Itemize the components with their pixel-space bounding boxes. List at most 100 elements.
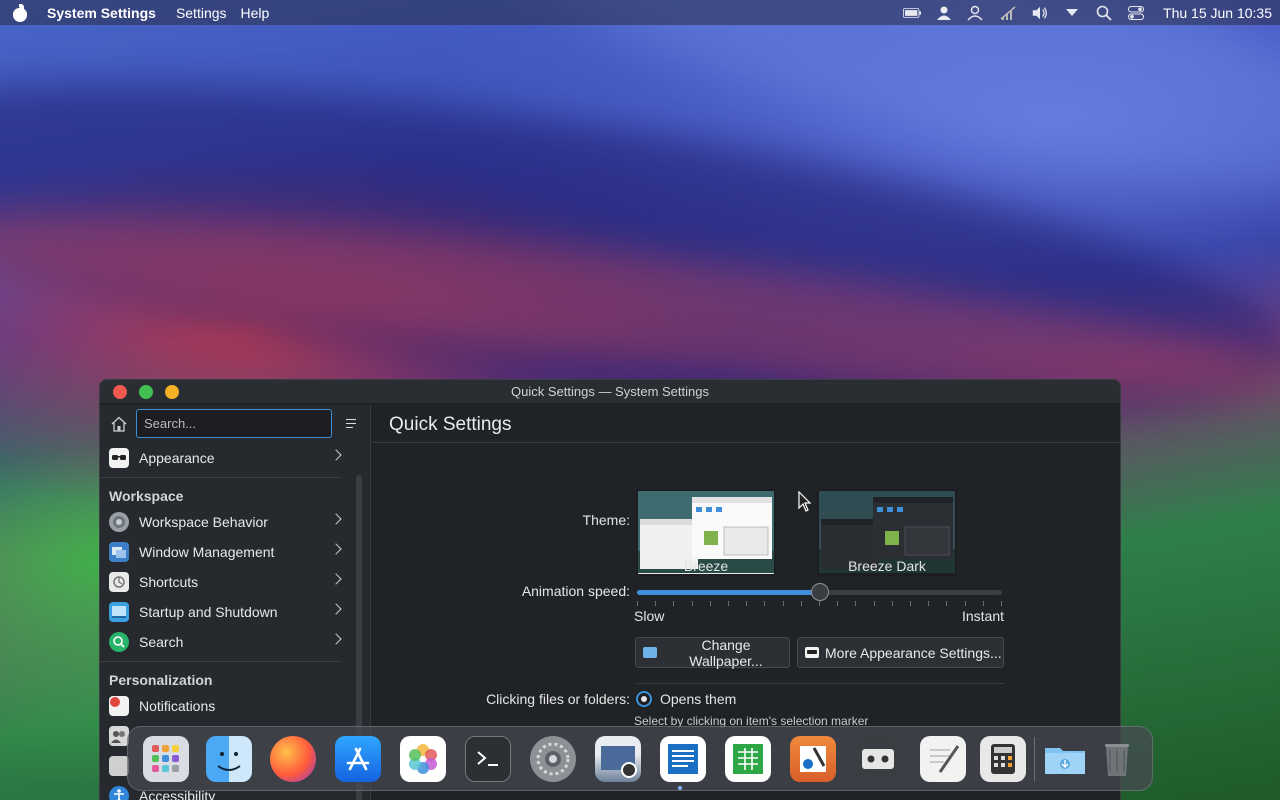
- sidebar-item-workspace-behavior[interactable]: Workspace Behavior: [100, 507, 348, 537]
- theme-name-breeze-dark[interactable]: Breeze Dark: [807, 558, 967, 574]
- clock[interactable]: Thu 15 Jun 10:35: [1163, 5, 1272, 21]
- slider-tick: [855, 601, 857, 606]
- button-label: More Appearance Settings...: [825, 644, 1002, 661]
- dock: [127, 726, 1153, 791]
- control-center-icon[interactable]: [1127, 4, 1145, 22]
- more-appearance-settings-button[interactable]: More Appearance Settings...: [797, 637, 1004, 668]
- slider-min-label: Slow: [634, 608, 665, 624]
- trash-icon[interactable]: [1094, 736, 1140, 782]
- hamburger-menu-icon[interactable]: [346, 418, 358, 429]
- slider-tick: [928, 601, 930, 606]
- animation-speed-label: Animation speed:: [521, 583, 630, 599]
- slider-tick: [982, 601, 984, 606]
- slider-tick: [728, 601, 729, 606]
- chevron-right-icon: [330, 449, 342, 461]
- system-settings-icon[interactable]: [530, 736, 576, 782]
- slider-max-label: Instant: [961, 608, 1004, 624]
- launchpad-icon[interactable]: [143, 736, 189, 782]
- slider-handle[interactable]: [810, 583, 829, 601]
- slider-tick: [873, 601, 875, 606]
- regional-icon: [109, 756, 129, 776]
- theme-name-breeze[interactable]: Breeze: [626, 558, 786, 574]
- search-icon[interactable]: [1095, 4, 1113, 22]
- app-store-icon[interactable]: [335, 736, 381, 782]
- slider-tick: [782, 601, 784, 606]
- sidebar-item-label: Shortcuts: [139, 574, 199, 590]
- menu-help[interactable]: Help: [241, 5, 270, 21]
- search-input[interactable]: [136, 409, 332, 438]
- cassette-icon[interactable]: [855, 736, 901, 782]
- slider-tick: [691, 601, 693, 606]
- volume-icon[interactable]: [1031, 4, 1049, 22]
- slider-tick: [746, 601, 748, 606]
- writer-icon[interactable]: [660, 736, 706, 782]
- button-label: Change Wallpaper...: [689, 636, 763, 669]
- slider-tick: [709, 601, 711, 606]
- slider-tick: [764, 601, 766, 606]
- notifications-icon: [109, 696, 129, 716]
- opens-them-radio[interactable]: [636, 691, 652, 707]
- change-wallpaper-button[interactable]: Change Wallpaper...: [635, 636, 790, 669]
- sidebar-item-search[interactable]: Search: [100, 627, 348, 657]
- title-bar[interactable]: Quick Settings — System Settings: [100, 380, 1120, 404]
- network-muted-icon[interactable]: [999, 4, 1017, 22]
- sidebar-category-personalization: Personalization: [100, 661, 342, 691]
- battery-icon[interactable]: [903, 4, 922, 22]
- workspace-behavior-icon: [109, 512, 129, 532]
- home-icon[interactable]: [111, 416, 127, 432]
- photos-icon[interactable]: [400, 736, 446, 782]
- sidebar-category-workspace: Workspace: [100, 477, 342, 507]
- sidebar-item-notifications[interactable]: Notifications: [100, 691, 348, 721]
- menu-app-name[interactable]: System Settings: [47, 5, 156, 21]
- page-title: Quick Settings: [372, 405, 1120, 443]
- chevron-right-icon: [330, 543, 342, 555]
- sidebar-item-label: Search: [139, 634, 184, 650]
- slider-tick: [655, 601, 657, 606]
- opens-them-label[interactable]: Opens them: [660, 691, 736, 707]
- appearance-icon: [805, 647, 819, 658]
- wallpaper-icon: [643, 647, 657, 658]
- slider-tick: [819, 601, 820, 606]
- users-icon: [109, 726, 129, 746]
- slider-tick: [837, 601, 839, 606]
- menu-settings[interactable]: Settings: [176, 5, 227, 21]
- slider-tick: [637, 601, 638, 606]
- menu-bar: System Settings Settings Help Thu 15 Jun…: [0, 0, 1280, 25]
- sidebar-item-shortcuts[interactable]: Shortcuts: [100, 567, 348, 597]
- search-icon: [109, 632, 129, 652]
- chevron-right-icon: [330, 603, 342, 615]
- window-management-icon: [109, 542, 129, 562]
- shortcuts-icon: [109, 572, 129, 592]
- calculator-icon[interactable]: [980, 736, 1026, 782]
- dock-separator: [1034, 737, 1035, 781]
- appearance-icon: [109, 448, 129, 468]
- chevron-right-icon: [330, 633, 342, 645]
- firefox-icon[interactable]: [270, 736, 316, 782]
- user-switch-icon[interactable]: [967, 4, 985, 22]
- user-icon[interactable]: [935, 4, 953, 22]
- text-editor-icon[interactable]: [920, 736, 966, 782]
- animation-speed-slider[interactable]: [637, 583, 1002, 606]
- window-title: Quick Settings — System Settings: [511, 384, 709, 399]
- apple-menu-icon[interactable]: [11, 3, 29, 22]
- sidebar-item-label: Notifications: [139, 698, 216, 714]
- chevron-right-icon: [330, 573, 342, 585]
- terminal-icon[interactable]: [465, 736, 511, 782]
- sidebar-item-startup-shutdown[interactable]: Startup and Shutdown: [100, 597, 348, 627]
- sidebar-item-label: Workspace Behavior: [139, 514, 268, 530]
- divider: [637, 683, 1004, 684]
- sidebar-item-window-management[interactable]: Window Management: [100, 537, 348, 567]
- draw-icon[interactable]: [790, 736, 836, 782]
- chevron-right-icon: [330, 513, 342, 525]
- slider-tick: [910, 601, 911, 606]
- slider-tick: [964, 601, 966, 606]
- screenshot-icon[interactable]: [595, 736, 641, 782]
- dropdown-icon[interactable]: [1063, 4, 1081, 22]
- downloads-folder-icon[interactable]: [1042, 736, 1088, 782]
- sidebar-item-appearance[interactable]: Appearance: [100, 443, 348, 473]
- calc-icon[interactable]: [725, 736, 771, 782]
- slider-fill: [637, 590, 820, 595]
- slider-tick: [891, 601, 893, 606]
- clicking-files-label: Clicking files or folders:: [486, 691, 630, 707]
- finder-icon[interactable]: [206, 736, 252, 782]
